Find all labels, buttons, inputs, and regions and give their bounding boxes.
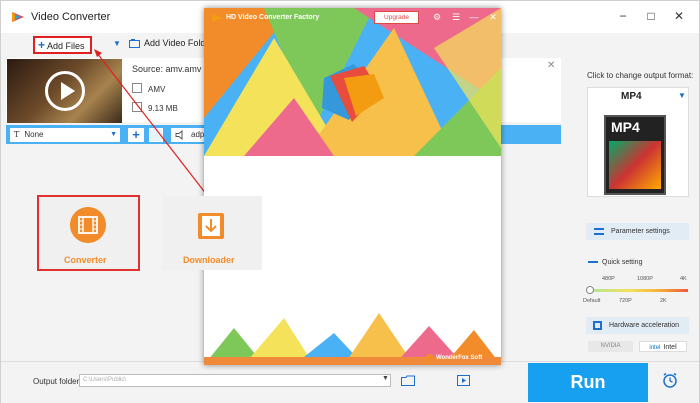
converter-film-icon[interactable] (70, 207, 106, 243)
menu-icon[interactable]: ☰ (450, 11, 462, 23)
intel-option[interactable]: intel Intel (639, 341, 687, 352)
app-logo-icon (12, 12, 24, 22)
browse-folder-icon[interactable] (401, 375, 415, 386)
quality-slider-handle[interactable] (586, 286, 594, 294)
parameter-settings-label: Parameter settings (611, 228, 670, 235)
subtitle-icon: T (14, 130, 20, 139)
add-video-folder-button[interactable]: Add Video Folder (129, 38, 213, 48)
source-filename: Source: amv.amv (132, 64, 202, 74)
launcher-close-button[interactable]: ✕ (487, 11, 499, 23)
output-format-hint: Click to change output format: (587, 71, 694, 80)
output-folder-input[interactable]: C:\Users\Public\ (79, 374, 391, 387)
upgrade-button[interactable]: Upgrade (374, 11, 419, 24)
quality-tick-480p: 480P (602, 276, 615, 282)
film-reel-icon (609, 141, 661, 189)
quality-tick-1080p: 1080P (637, 276, 653, 282)
hardware-acceleration-label: Hardware acceleration (609, 322, 680, 329)
chevron-down-icon[interactable]: ▼ (382, 375, 389, 382)
video-thumbnail[interactable] (7, 59, 122, 123)
quick-setting-icon (588, 261, 598, 263)
mp4-badge-text: MP4 (611, 119, 640, 135)
output-format-name: MP4 (621, 91, 642, 102)
format-icon (132, 83, 142, 93)
add-files-button[interactable]: + Add Files (33, 36, 92, 54)
minimize-button[interactable]: − (615, 9, 631, 23)
close-button[interactable]: ✕ (671, 9, 687, 23)
remove-item-button[interactable]: ✕ (547, 60, 555, 71)
speaker-icon (175, 130, 183, 140)
crop-icon[interactable] (149, 128, 163, 142)
settings-sliders-icon (594, 228, 604, 235)
add-files-label: Add Files (47, 41, 85, 51)
open-output-folder-icon[interactable] (457, 375, 470, 386)
wonderfox-brand: WonderFox Soft (436, 355, 483, 361)
subtitle-select[interactable]: T None ▼ (10, 128, 120, 142)
quick-setting-label: Quick setting (602, 259, 643, 266)
quality-tick-720p: 720P (619, 298, 632, 304)
file-size-icon (132, 102, 142, 112)
launcher-title: HD Video Converter Factory (226, 14, 320, 21)
converter-label: Converter (64, 255, 107, 265)
maximize-button[interactable]: □ (643, 9, 659, 23)
source-format: AMV (148, 85, 166, 94)
alarm-clock-icon[interactable] (661, 371, 679, 389)
chevron-down-icon: ▼ (678, 91, 686, 100)
download-arrow-icon[interactable] (195, 210, 227, 242)
add-subtitle-button[interactable]: + (128, 128, 144, 142)
intel-label: Intel (663, 344, 677, 351)
wonderfox-logo-icon (426, 354, 434, 362)
quality-tick-2k: 2K (660, 298, 667, 304)
chip-icon (593, 321, 602, 330)
subtitle-value: None (24, 130, 44, 139)
downloader-label: Downloader (183, 255, 235, 265)
launcher-logo-icon (212, 14, 222, 22)
play-icon[interactable] (45, 71, 85, 111)
launcher-window: HD Video Converter Factory Upgrade ⚙ ☰ —… (204, 8, 501, 365)
settings-gear-icon[interactable]: ⚙ (431, 11, 443, 23)
plus-icon: + (38, 38, 46, 52)
launcher-banner (204, 8, 501, 156)
quality-slider-track[interactable] (589, 289, 688, 292)
add-video-folder-label: Add Video Folder (144, 38, 214, 48)
run-button[interactable]: Run (528, 363, 648, 402)
chevron-down-icon: ▼ (110, 131, 117, 138)
output-folder-label: Output folder: (33, 377, 82, 386)
quality-tick-4k: 4K (680, 276, 687, 282)
intel-logo-icon: intel (649, 345, 661, 351)
launcher-minimize-button[interactable]: — (468, 11, 480, 23)
nvidia-option[interactable]: NVIDIA (588, 341, 633, 352)
quality-tick-default: Default (583, 298, 601, 304)
app-title: Video Converter (31, 11, 111, 23)
add-files-dropdown-icon[interactable]: ▼ (113, 39, 123, 49)
source-size: 9.13 MB (148, 104, 178, 113)
